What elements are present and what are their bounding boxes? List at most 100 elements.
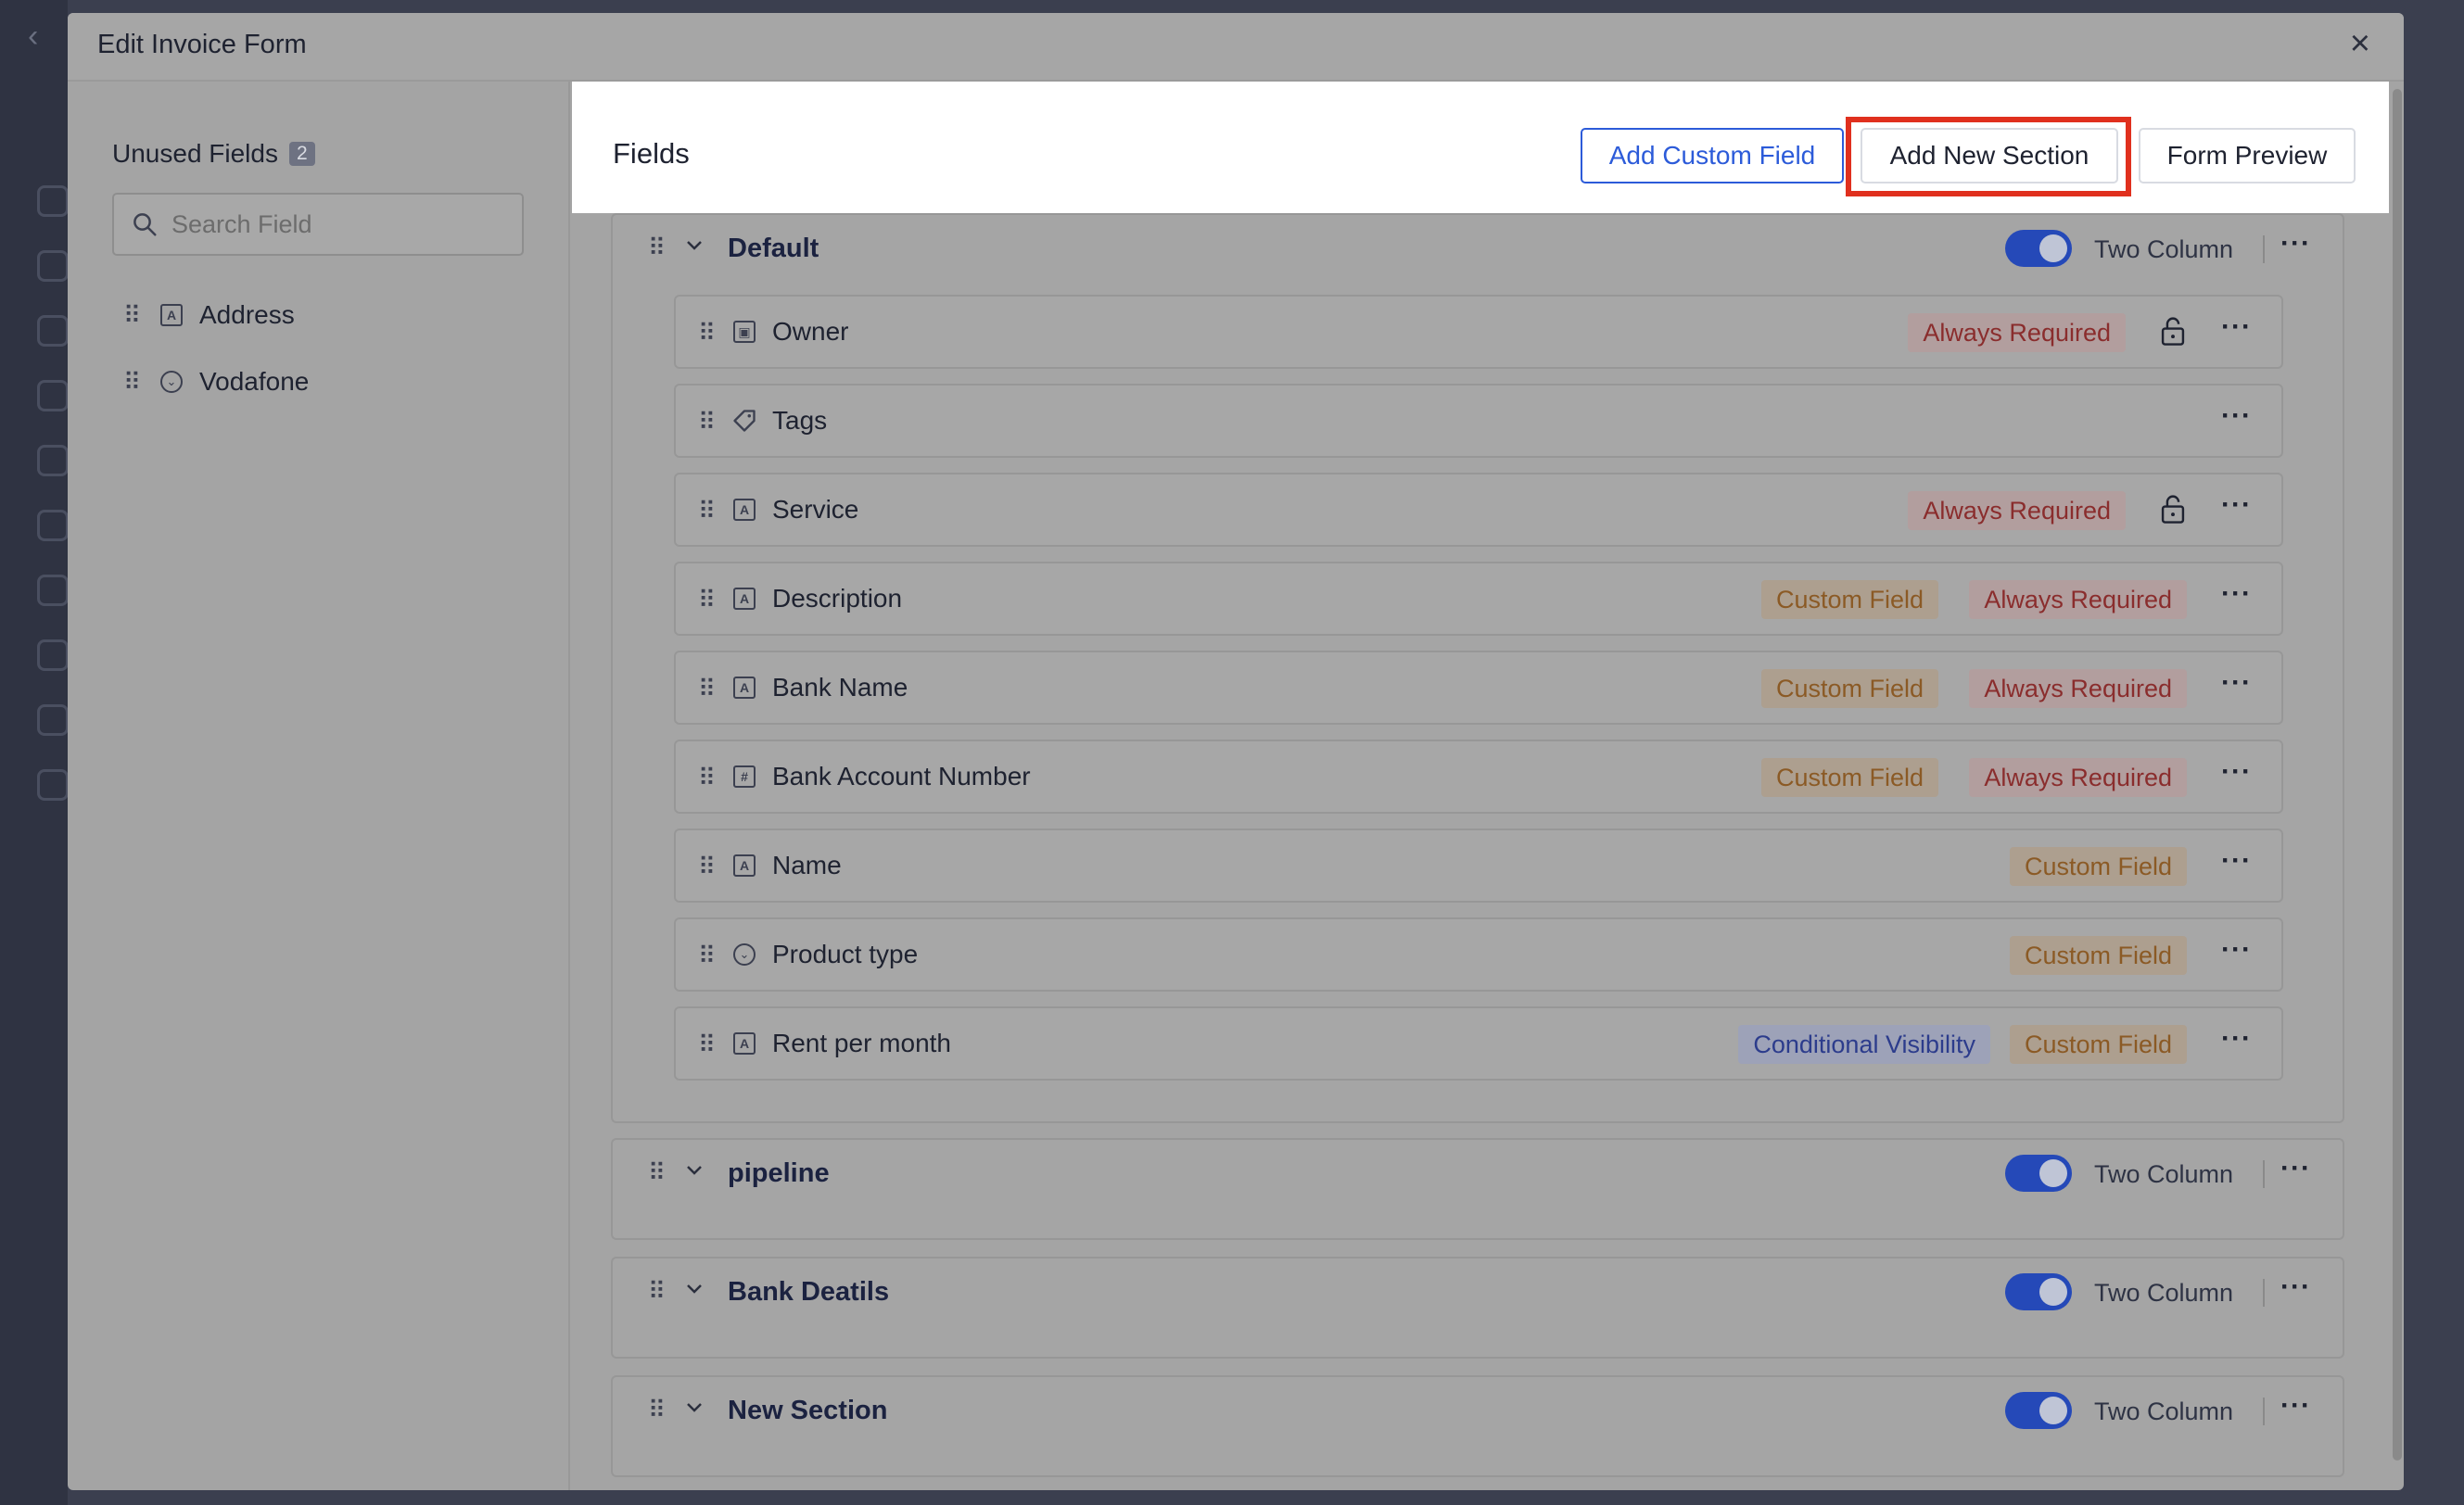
add-new-section-button[interactable]: Add New Section: [1861, 128, 2118, 183]
custom-field-badge: Custom Field: [2009, 936, 2187, 975]
more-options-icon[interactable]: ···: [2221, 311, 2252, 343]
unused-fields-header: Unused Fields 2: [112, 139, 315, 169]
field-label: Bank Name: [772, 673, 908, 702]
drag-handle-icon[interactable]: ⠿: [648, 1398, 668, 1422]
custom-field-badge: Custom Field: [1760, 669, 1938, 708]
nav-icon: [37, 315, 69, 347]
drag-handle-icon[interactable]: ⠿: [698, 410, 718, 434]
lock-icon: [2159, 493, 2187, 531]
more-options-icon[interactable]: ···: [2221, 400, 2252, 432]
field-label: Tags: [772, 406, 828, 435]
close-icon[interactable]: ×: [2350, 26, 2370, 61]
unused-fields-panel: Unused Fields 2 ⠿ A Address ⠿ ⌄ Vodafone: [68, 82, 570, 1490]
user-field-icon: ▣: [733, 321, 756, 343]
nav-icon: [37, 380, 69, 411]
chevron-down-icon[interactable]: [683, 1277, 705, 1306]
dropdown-field-icon: ⌄: [160, 371, 183, 393]
drag-handle-icon[interactable]: ⠿: [648, 1160, 668, 1184]
always-required-badge: Always Required: [1969, 580, 2187, 619]
search-field-input[interactable]: [171, 209, 505, 239]
unused-field-item[interactable]: ⠿ ⌄ Vodafone: [123, 367, 309, 397]
custom-field-badge: Custom Field: [2009, 1025, 2187, 1064]
more-options-icon[interactable]: ···: [2221, 667, 2252, 699]
two-column-label: Two Column: [2093, 1279, 2233, 1307]
more-options-icon[interactable]: ···: [2221, 578, 2252, 610]
drag-handle-icon[interactable]: ⠿: [698, 321, 718, 345]
drag-handle-icon[interactable]: ⠿: [123, 370, 144, 394]
always-required-badge: Always Required: [1908, 491, 2126, 530]
field-row-name[interactable]: ⠿ A Name Custom Field ···: [674, 828, 2283, 903]
more-options-icon[interactable]: ···: [2280, 1390, 2311, 1422]
section-title: pipeline: [728, 1158, 830, 1188]
more-options-icon[interactable]: ···: [2221, 489, 2252, 521]
form-preview-button[interactable]: Form Preview: [2139, 128, 2356, 183]
text-field-icon: A: [733, 588, 756, 610]
more-options-icon[interactable]: ···: [2221, 756, 2252, 788]
field-row-tags[interactable]: ⠿ Tags ···: [674, 384, 2283, 458]
two-column-label: Two Column: [2093, 235, 2233, 263]
section-title: Bank Deatils: [728, 1277, 890, 1307]
two-column-toggle[interactable]: [2005, 230, 2072, 267]
section-header: ⠿ Bank Deatils Two Column ···: [613, 1258, 2343, 1327]
drag-handle-icon[interactable]: ⠿: [698, 1032, 718, 1056]
divider: [2263, 1160, 2265, 1188]
search-field-box[interactable]: [112, 193, 524, 256]
field-row-rent-per-month[interactable]: ⠿ A Rent per month Conditional Visibilit…: [674, 1006, 2283, 1081]
drag-handle-icon[interactable]: ⠿: [698, 499, 718, 523]
unused-field-item[interactable]: ⠿ A Address: [123, 300, 295, 330]
two-column-label: Two Column: [2093, 1160, 2233, 1188]
nav-icon: [37, 510, 69, 541]
two-column-toggle[interactable]: [2005, 1273, 2072, 1310]
nav-icon: [37, 704, 69, 736]
more-options-icon[interactable]: ···: [2221, 845, 2252, 877]
field-row-owner[interactable]: ⠿ ▣ Owner Always Required ···: [674, 295, 2283, 369]
chevron-down-icon[interactable]: [683, 1158, 705, 1187]
drag-handle-icon[interactable]: ⠿: [648, 1279, 668, 1303]
divider: [2263, 1279, 2265, 1307]
text-field-icon: A: [733, 854, 756, 877]
nav-icon: [37, 639, 69, 671]
unused-fields-count-badge: 2: [288, 142, 315, 166]
field-row-description[interactable]: ⠿ A Description Custom Field Always Requ…: [674, 562, 2283, 636]
text-field-icon: A: [733, 499, 756, 521]
back-icon: ‹: [28, 19, 39, 54]
more-options-icon[interactable]: ···: [2221, 934, 2252, 966]
section-header: ⠿ New Section Two Column ···: [613, 1377, 2343, 1446]
always-required-badge: Always Required: [1969, 758, 2187, 797]
chevron-down-icon[interactable]: [683, 1396, 705, 1424]
text-field-icon: A: [160, 304, 183, 326]
nav-icon: [37, 575, 69, 606]
section-pipeline: ⠿ pipeline Two Column ···: [611, 1138, 2344, 1240]
section-title: New Section: [728, 1396, 888, 1425]
more-options-icon[interactable]: ···: [2280, 1271, 2311, 1303]
more-options-icon[interactable]: ···: [2280, 228, 2311, 259]
section-new-section: ⠿ New Section Two Column ···: [611, 1375, 2344, 1477]
more-options-icon[interactable]: ···: [2280, 1153, 2311, 1184]
field-row-bank-account-number[interactable]: ⠿ # Bank Account Number Custom Field Alw…: [674, 740, 2283, 814]
add-custom-field-button[interactable]: Add Custom Field: [1581, 128, 1844, 183]
drag-handle-icon[interactable]: ⠿: [698, 765, 718, 790]
conditional-visibility-badge: Conditional Visibility: [1738, 1025, 1990, 1064]
field-row-product-type[interactable]: ⠿ ⌄ Product type Custom Field ···: [674, 917, 2283, 992]
field-row-service[interactable]: ⠿ A Service Always Required ···: [674, 473, 2283, 547]
divider: [2263, 235, 2265, 263]
drag-handle-icon[interactable]: ⠿: [698, 588, 718, 612]
two-column-label: Two Column: [2093, 1398, 2233, 1425]
background-sidebar: ‹: [0, 0, 69, 1505]
two-column-toggle[interactable]: [2005, 1392, 2072, 1429]
section-title: Default: [728, 234, 819, 263]
chevron-down-icon[interactable]: [683, 234, 705, 262]
edit-invoice-form-modal: Edit Invoice Form × Unused Fields 2 ⠿ A …: [68, 13, 2404, 1490]
custom-field-badge: Custom Field: [2009, 847, 2187, 886]
two-column-toggle[interactable]: [2005, 1155, 2072, 1192]
drag-handle-icon[interactable]: ⠿: [698, 943, 718, 968]
drag-handle-icon[interactable]: ⠿: [123, 303, 144, 327]
field-label: Description: [772, 584, 903, 613]
scrollbar[interactable]: [2393, 89, 2402, 1461]
field-label: Rent per month: [772, 1029, 951, 1057]
more-options-icon[interactable]: ···: [2221, 1023, 2252, 1055]
drag-handle-icon[interactable]: ⠿: [648, 235, 668, 259]
drag-handle-icon[interactable]: ⠿: [698, 854, 718, 879]
drag-handle-icon[interactable]: ⠿: [698, 677, 718, 701]
field-row-bank-name[interactable]: ⠿ A Bank Name Custom Field Always Requir…: [674, 651, 2283, 725]
